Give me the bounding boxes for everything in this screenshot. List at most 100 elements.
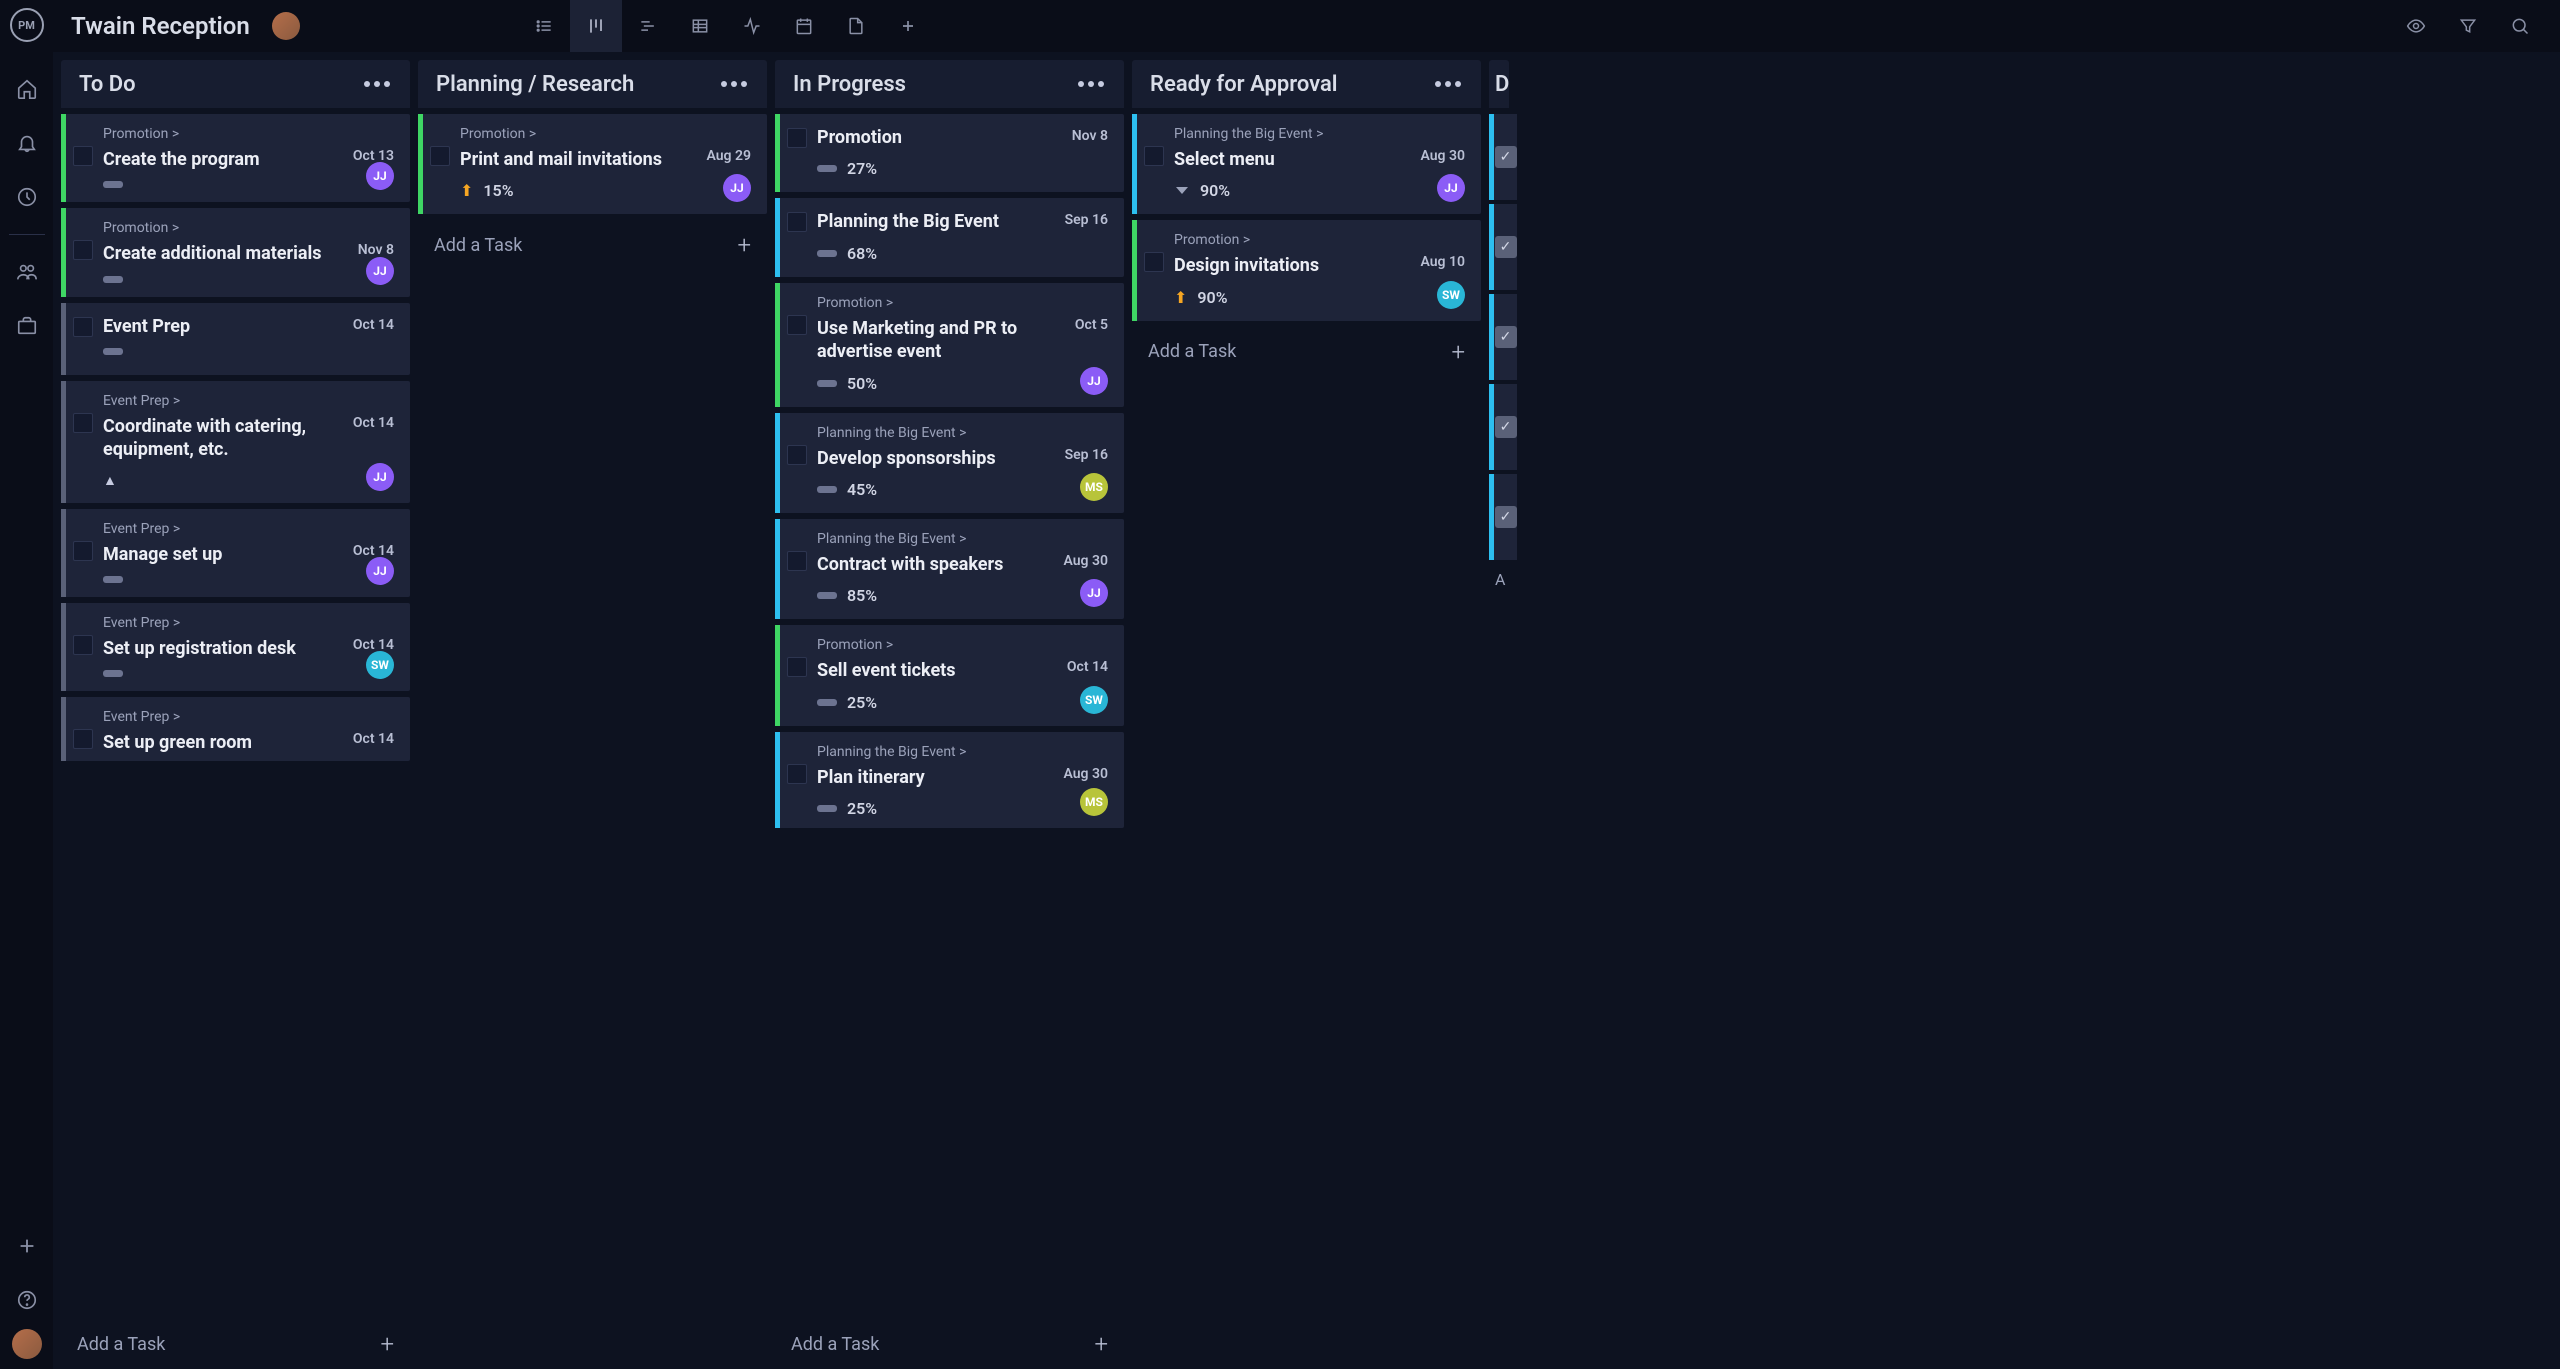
column-header[interactable]: Planning / Research (418, 60, 767, 108)
column-title: To Do (79, 72, 136, 97)
task-card[interactable]: Event Prep >Coordinate with catering, eq… (61, 381, 410, 503)
user-avatar[interactable] (12, 1329, 42, 1359)
column-body: Planning the Big Event >Select menu90%Au… (1132, 114, 1489, 1369)
task-parent: Promotion > (817, 295, 1108, 311)
task-checkbox[interactable] (73, 541, 93, 561)
column-header[interactable]: Ready for Approval (1132, 60, 1481, 108)
column-next-partial: D ✓ ✓ ✓ ✓ ✓ A (1489, 60, 1517, 1369)
task-checkbox[interactable] (73, 413, 93, 433)
assignee-avatar[interactable]: JJ (366, 463, 394, 491)
task-card[interactable]: Event PrepOct 14 (61, 303, 410, 375)
view-gantt-icon[interactable] (622, 0, 674, 52)
task-parent: Event Prep > (103, 615, 394, 631)
progress-value: 25% (847, 799, 877, 818)
task-checkbox[interactable] (430, 146, 450, 166)
task-parent: Promotion > (103, 220, 394, 236)
view-board-icon[interactable] (570, 0, 622, 52)
nav-recent-icon[interactable] (0, 172, 53, 222)
add-task-button[interactable]: Add a Task+ (61, 1319, 410, 1369)
view-files-icon[interactable] (830, 0, 882, 52)
task-card[interactable]: ✓ (1489, 474, 1517, 560)
nav-add-icon[interactable] (0, 1221, 53, 1271)
task-card[interactable]: ✓ (1489, 294, 1517, 380)
nav-home-icon[interactable] (0, 64, 53, 114)
project-owner-avatar[interactable] (272, 12, 300, 40)
task-checkbox-checked[interactable]: ✓ (1495, 416, 1517, 438)
search-icon[interactable] (2498, 0, 2542, 52)
view-list-icon[interactable] (518, 0, 570, 52)
add-task-button[interactable]: Add a Task+ (418, 220, 767, 270)
task-card[interactable]: Planning the Big Event68%Sep 16 (775, 198, 1124, 276)
nav-help-icon[interactable] (0, 1275, 53, 1325)
task-checkbox-checked[interactable]: ✓ (1495, 236, 1517, 258)
task-parent: Promotion > (1174, 232, 1465, 248)
task-checkbox[interactable] (787, 445, 807, 465)
assignee-avatar[interactable]: JJ (366, 557, 394, 585)
add-task-button[interactable]: Add a Task+ (1132, 327, 1481, 377)
task-card[interactable]: ✓ (1489, 204, 1517, 290)
task-checkbox[interactable] (73, 635, 93, 655)
column-menu-icon[interactable] (362, 81, 392, 87)
assignee-avatar[interactable]: JJ (366, 257, 394, 285)
column-menu-icon[interactable] (719, 81, 749, 87)
view-sheet-icon[interactable] (674, 0, 726, 52)
task-card[interactable]: Planning the Big Event >Select menu90%Au… (1132, 114, 1481, 214)
task-checkbox[interactable] (73, 317, 93, 337)
task-checkbox-checked[interactable]: ✓ (1495, 506, 1517, 528)
nav-portfolio-icon[interactable] (0, 301, 53, 351)
task-card[interactable]: Promotion >Print and mail invitations⬆15… (418, 114, 767, 214)
task-card[interactable]: Promotion27%Nov 8 (775, 114, 1124, 192)
task-card[interactable]: Event Prep >Set up green roomOct 14 (61, 697, 410, 760)
task-card[interactable]: Planning the Big Event >Develop sponsors… (775, 413, 1124, 513)
progress-value: 90% (1200, 181, 1230, 200)
column-menu-icon[interactable] (1076, 81, 1106, 87)
task-checkbox-checked[interactable]: ✓ (1495, 146, 1517, 168)
assignee-avatar[interactable]: SW (1437, 281, 1465, 309)
task-card[interactable]: Planning the Big Event >Contract with sp… (775, 519, 1124, 619)
task-checkbox[interactable] (787, 315, 807, 335)
task-card[interactable]: Promotion >Sell event tickets25%Oct 14SW (775, 625, 1124, 725)
column-header[interactable]: In Progress (775, 60, 1124, 108)
task-card[interactable]: Promotion >Use Marketing and PR to adver… (775, 283, 1124, 407)
assignee-avatar[interactable]: MS (1080, 788, 1108, 816)
task-checkbox[interactable] (73, 240, 93, 260)
watch-icon[interactable] (2394, 0, 2438, 52)
task-card[interactable]: Event Prep >Manage set upOct 14JJ (61, 509, 410, 597)
nav-team-icon[interactable] (0, 247, 53, 297)
task-card[interactable]: Planning the Big Event >Plan itinerary25… (775, 732, 1124, 828)
progress-bar (817, 250, 837, 257)
add-task-button[interactable]: Add a Task+ (775, 1319, 1124, 1369)
task-checkbox[interactable] (73, 146, 93, 166)
task-card[interactable]: ✓ (1489, 384, 1517, 470)
nav-notifications-icon[interactable] (0, 118, 53, 168)
assignee-avatar[interactable]: SW (1080, 686, 1108, 714)
view-calendar-icon[interactable] (778, 0, 830, 52)
assignee-avatar[interactable]: JJ (1080, 367, 1108, 395)
task-card[interactable]: Event Prep >Set up registration deskOct … (61, 603, 410, 691)
assignee-avatar[interactable]: MS (1080, 473, 1108, 501)
column-header[interactable]: D (1489, 60, 1509, 108)
task-date: Aug 30 (1063, 553, 1108, 569)
column-title: D (1495, 72, 1509, 97)
task-card[interactable]: Promotion >Design invitations⬆90%Aug 10S… (1132, 220, 1481, 320)
column-menu-icon[interactable] (1433, 81, 1463, 87)
task-checkbox[interactable] (787, 657, 807, 677)
app-logo[interactable]: PM (10, 8, 44, 42)
task-checkbox[interactable] (787, 764, 807, 784)
task-checkbox-checked[interactable]: ✓ (1495, 326, 1517, 348)
add-task-button[interactable]: A (1489, 564, 1517, 604)
view-add-icon[interactable] (882, 0, 934, 52)
task-checkbox[interactable] (787, 128, 807, 148)
task-card[interactable]: Promotion >Create additional materialsNo… (61, 208, 410, 296)
task-title: Set up registration desk (103, 637, 394, 660)
filter-icon[interactable] (2446, 0, 2490, 52)
task-checkbox[interactable] (1144, 252, 1164, 272)
task-card[interactable]: ✓ (1489, 114, 1517, 200)
task-checkbox[interactable] (787, 212, 807, 232)
task-checkbox[interactable] (73, 729, 93, 749)
view-activity-icon[interactable] (726, 0, 778, 52)
column-header[interactable]: To Do (61, 60, 410, 108)
task-checkbox[interactable] (1144, 146, 1164, 166)
task-card[interactable]: Promotion >Create the programOct 13JJ (61, 114, 410, 202)
task-checkbox[interactable] (787, 551, 807, 571)
